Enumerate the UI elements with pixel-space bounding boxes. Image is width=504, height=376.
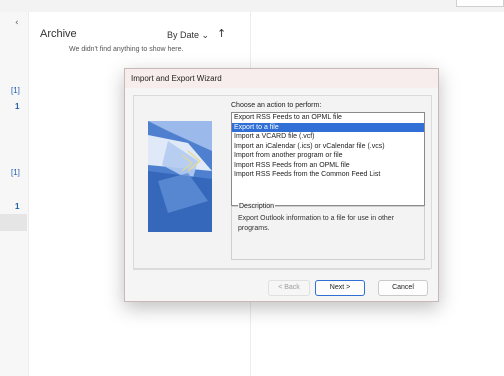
wizard-illustration <box>148 121 212 232</box>
folder-rail: ‹ [1] 1 [1] 1 <box>0 12 29 376</box>
folder-count-badge[interactable]: [1] <box>11 86 20 95</box>
back-button[interactable]: < Back <box>268 280 310 296</box>
cancel-button[interactable]: Cancel <box>378 280 428 296</box>
folder-title: Archive <box>40 28 77 40</box>
window-corner-control[interactable] <box>456 0 504 7</box>
action-option[interactable]: Export RSS Feeds to an OPML file <box>232 113 424 123</box>
empty-list-message: We didn't find anything to show here. <box>69 46 184 53</box>
action-option[interactable]: Import from another program or file <box>232 151 424 161</box>
sort-by-button[interactable]: By Date ⌄ <box>167 30 209 41</box>
import-export-wizard-dialog: Import and Export Wizard Choose an actio… <box>124 68 439 302</box>
description-group: Description Export Outlook information t… <box>231 203 425 260</box>
sort-label: By Date <box>167 30 200 40</box>
action-option[interactable]: Import a VCARD file (.vcf) <box>232 132 424 142</box>
selected-folder-highlight[interactable] <box>0 214 27 231</box>
action-listbox[interactable]: Export RSS Feeds to an OPML file Export … <box>231 112 425 206</box>
button-separator <box>133 269 430 270</box>
collapse-pane-icon[interactable]: ‹ <box>15 18 19 28</box>
dialog-title-bar[interactable]: Import and Export Wizard <box>125 69 438 88</box>
chevron-down-icon: ⌄ <box>201 30 210 40</box>
description-label: Description <box>238 203 276 210</box>
action-option[interactable]: Import RSS Feeds from an OPML file <box>232 161 424 171</box>
folder-count-badge[interactable]: [1] <box>11 168 20 177</box>
folder-unread-count[interactable]: 1 <box>15 102 19 111</box>
folder-unread-count[interactable]: 1 <box>15 202 19 211</box>
dialog-title: Import and Export Wizard <box>131 74 222 83</box>
action-prompt: Choose an action to perform: <box>231 102 322 109</box>
action-option[interactable]: Import an iCalendar (.ics) or vCalendar … <box>232 142 424 152</box>
action-option[interactable]: Import RSS Feeds from the Common Feed Li… <box>232 170 424 180</box>
wizard-content-panel: Choose an action to perform: Export RSS … <box>133 95 432 269</box>
next-button[interactable]: Next > <box>315 280 365 296</box>
description-text: Export Outlook information to a file for… <box>238 215 395 232</box>
action-option-selected[interactable]: Export to a file <box>232 122 424 132</box>
sort-direction-icon[interactable]: ↑ <box>217 27 226 40</box>
